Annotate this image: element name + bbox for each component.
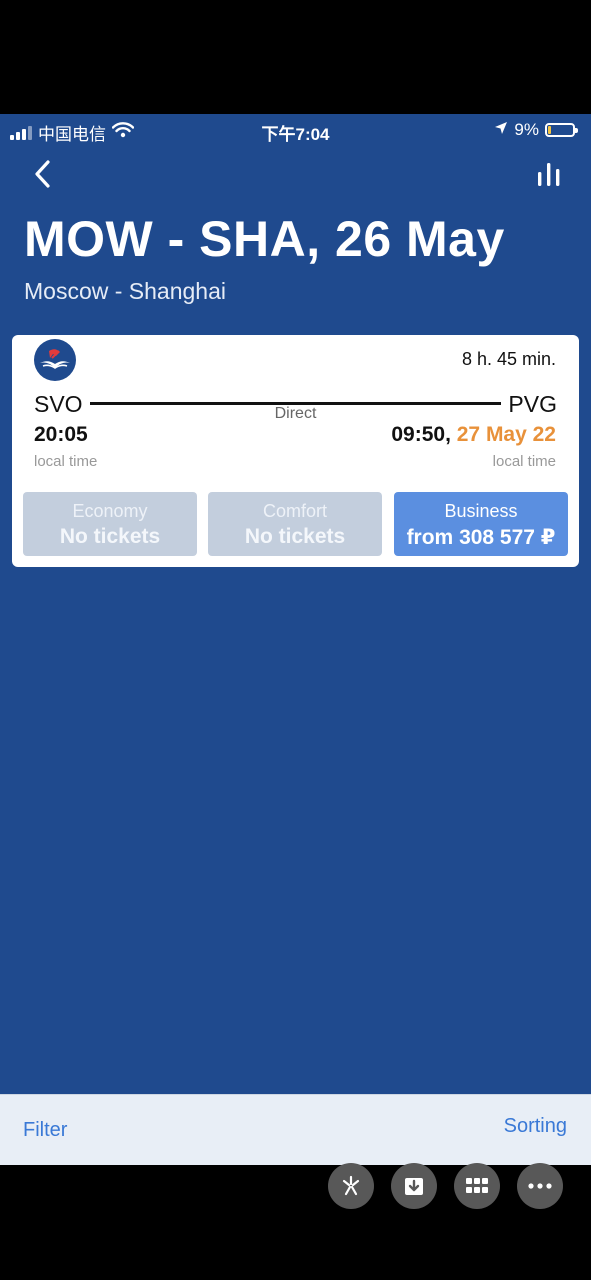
location-arrow-icon xyxy=(494,120,508,140)
sorting-button[interactable]: Sorting xyxy=(504,1115,567,1138)
battery-percent: 9% xyxy=(514,120,539,139)
fare-comfort[interactable]: Comfort No tickets xyxy=(208,492,382,556)
arrival-time-group: 09:50, 27 May 22 xyxy=(391,423,556,447)
fare-price: No tickets xyxy=(244,525,346,548)
arrival-local-label: local time xyxy=(492,453,556,470)
fare-business[interactable]: Business from 308 577 ₽ xyxy=(394,492,568,556)
aeroflot-logo xyxy=(34,339,76,381)
back-button[interactable] xyxy=(22,154,62,194)
page-title: MOW - SHA, 26 May xyxy=(24,211,505,267)
more-icon xyxy=(528,1183,552,1189)
battery-icon xyxy=(545,123,578,137)
fare-price: from 308 577 ₽ xyxy=(406,526,556,549)
arrival-date: 27 May 22 xyxy=(456,423,556,446)
bar-chart-icon xyxy=(538,163,560,186)
status-bar: 中国电信 下午7:04 9% xyxy=(0,114,591,144)
download-icon xyxy=(405,1178,423,1195)
grid-button[interactable] xyxy=(454,1163,500,1209)
floating-tools xyxy=(328,1163,563,1209)
filter-button[interactable]: Filter xyxy=(23,1119,67,1142)
bottom-bar: Filter Sorting xyxy=(0,1094,591,1165)
more-button[interactable] xyxy=(517,1163,563,1209)
sparkle-button[interactable] xyxy=(328,1163,374,1209)
screen: 中国电信 下午7:04 9% MOW - SHA, 26 May Moscow … xyxy=(0,0,591,1280)
route-type: Direct xyxy=(274,405,317,422)
fare-class-label: Economy xyxy=(72,501,148,521)
arrival-time: 09:50, xyxy=(391,423,451,446)
sparkle-icon xyxy=(342,1175,360,1196)
flight-duration: 8 h. 45 min. xyxy=(461,349,556,369)
stats-button[interactable] xyxy=(529,154,569,194)
fare-class-label: Comfort xyxy=(262,501,327,521)
chevron-left-icon xyxy=(35,160,50,188)
fare-economy[interactable]: Economy No tickets xyxy=(23,492,197,556)
status-right: 9% xyxy=(494,120,578,140)
app-view: 中国电信 下午7:04 9% MOW - SHA, 26 May Moscow … xyxy=(0,114,591,1094)
fare-class-label: Business xyxy=(444,501,518,521)
flight-card[interactable]: 8 h. 45 min. SVO PVG Direct 20:05 09:50,… xyxy=(12,335,579,567)
grid-icon xyxy=(466,1178,488,1193)
fare-price: No tickets xyxy=(59,525,161,548)
page-subtitle: Moscow - Shanghai xyxy=(24,278,226,304)
departure-local-label: local time xyxy=(34,453,98,470)
download-button[interactable] xyxy=(391,1163,437,1209)
departure-time: 20:05 xyxy=(34,423,88,446)
